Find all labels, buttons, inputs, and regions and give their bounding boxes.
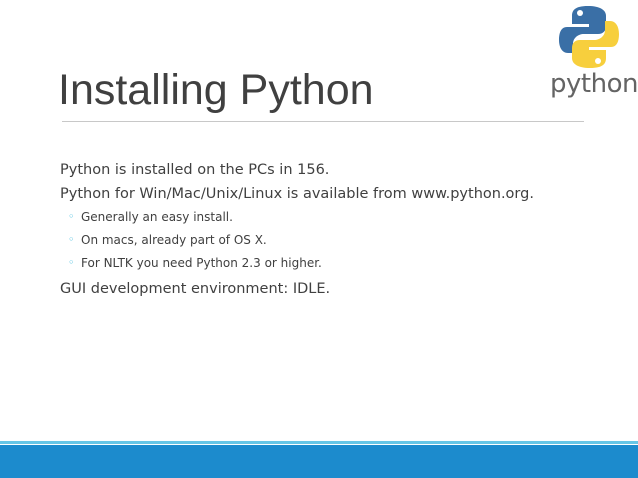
bullet-text: For NLTK you need Python 2.3 or higher. xyxy=(81,256,322,270)
bullet-item-easy-install: ◦ Generally an easy install. xyxy=(68,207,620,227)
python-logo: python xyxy=(550,4,638,104)
paragraph-availability: Python for Win/Mac/Unix/Linux is availab… xyxy=(60,186,534,202)
bullet-dot-icon: ◦ xyxy=(68,210,75,223)
python-logo-icon xyxy=(559,6,619,68)
footer-bar xyxy=(0,445,638,478)
title-divider xyxy=(62,121,584,122)
bullet-dot-icon: ◦ xyxy=(68,256,75,269)
paragraph-installed-pcs: Python is installed on the PCs in 156. xyxy=(60,162,330,178)
bullet-item-macs: ◦ On macs, already part of OS X. xyxy=(68,230,620,250)
slide-body: Python is installed on the PCs in 156. P… xyxy=(60,160,620,299)
bullet-text: On macs, already part of OS X. xyxy=(81,233,267,247)
slide-title: Installing Python xyxy=(58,66,374,114)
bullet-item-nltk: ◦ For NLTK you need Python 2.3 or higher… xyxy=(68,253,620,273)
python-logo-text: python xyxy=(550,69,638,99)
bullet-dot-icon: ◦ xyxy=(68,233,75,246)
paragraph-idle: GUI development environment: IDLE. xyxy=(60,281,331,297)
bullet-text: Generally an easy install. xyxy=(81,210,233,224)
bullet-list: ◦ Generally an easy install. ◦ On macs, … xyxy=(60,207,620,273)
footer-accent-line xyxy=(0,441,638,444)
